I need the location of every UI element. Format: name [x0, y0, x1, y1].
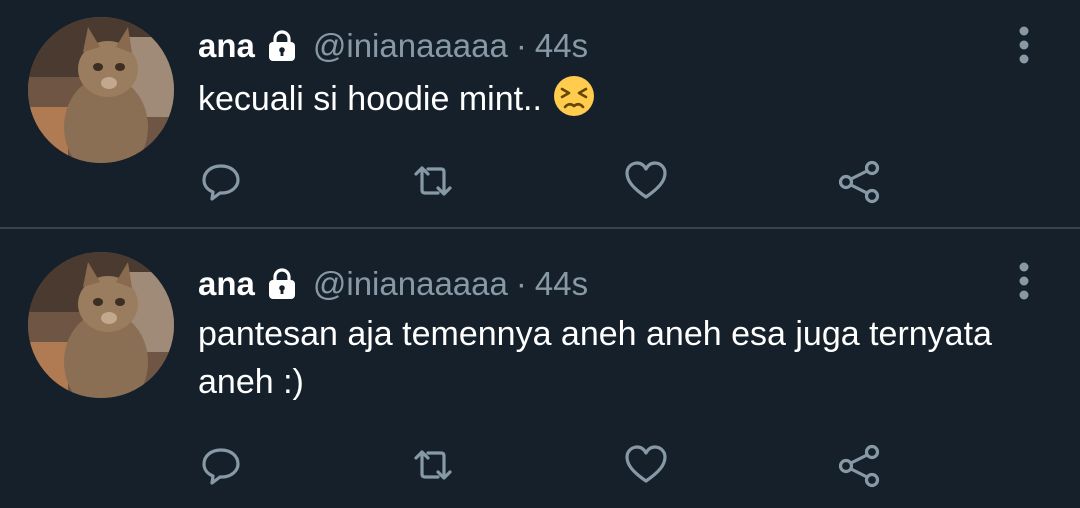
retweet-icon	[414, 166, 452, 196]
avatar[interactable]	[28, 17, 174, 163]
tweet-text-content: pantesan aja temennya aneh aneh esa juga…	[198, 315, 992, 401]
timestamp[interactable]: 44s	[535, 265, 588, 303]
tweet-text-content: kecuali si hoodie mint..	[198, 80, 542, 118]
tweet-header: ana @inianaaaaa · 44s	[198, 264, 588, 304]
more-options-icon[interactable]	[1018, 26, 1030, 64]
share-button[interactable]	[836, 442, 882, 488]
tweet-actions	[198, 158, 898, 204]
timestamp[interactable]: 44s	[535, 27, 588, 65]
share-icon	[838, 160, 880, 204]
separator-dot: ·	[515, 27, 527, 64]
share-button[interactable]	[836, 158, 882, 204]
user-handle[interactable]: @inianaaaaa	[313, 27, 508, 65]
persevering-face-emoji	[553, 76, 594, 116]
display-name[interactable]: ana	[198, 27, 255, 65]
cat-avatar-image	[28, 17, 174, 163]
reply-icon	[202, 448, 240, 485]
retweet-button[interactable]	[410, 442, 456, 488]
lock-icon	[268, 30, 295, 61]
heart-icon	[625, 161, 667, 199]
display-name[interactable]: ana	[198, 265, 255, 303]
retweet-icon	[414, 450, 452, 480]
reply-button[interactable]	[198, 158, 244, 204]
tweet[interactable]: ana @inianaaaaa · 44s pantesan aja temen…	[0, 230, 1080, 508]
reply-button[interactable]	[198, 442, 244, 488]
avatar[interactable]	[28, 252, 174, 398]
retweet-button[interactable]	[410, 158, 456, 204]
tweet-actions	[198, 442, 898, 488]
like-button[interactable]	[623, 158, 669, 204]
cat-avatar-image	[28, 252, 174, 398]
reply-icon	[202, 164, 240, 201]
more-options-icon[interactable]	[1018, 262, 1030, 300]
tweet-text: kecuali si hoodie mint..	[198, 74, 1048, 123]
lock-icon	[268, 268, 295, 299]
timeline: ana @inianaaaaa · 44s kecuali si hoodie …	[0, 0, 1080, 508]
tweet-header: ana @inianaaaaa · 44s	[198, 26, 588, 66]
user-handle[interactable]: @inianaaaaa	[313, 265, 508, 303]
heart-icon	[625, 445, 667, 483]
tweet-text: pantesan aja temennya aneh aneh esa juga…	[198, 310, 1048, 406]
separator-dot: ·	[515, 265, 527, 302]
like-button[interactable]	[623, 442, 669, 488]
tweet-divider	[0, 227, 1080, 229]
tweet[interactable]: ana @inianaaaaa · 44s kecuali si hoodie …	[0, 0, 1080, 228]
share-icon	[838, 444, 880, 488]
